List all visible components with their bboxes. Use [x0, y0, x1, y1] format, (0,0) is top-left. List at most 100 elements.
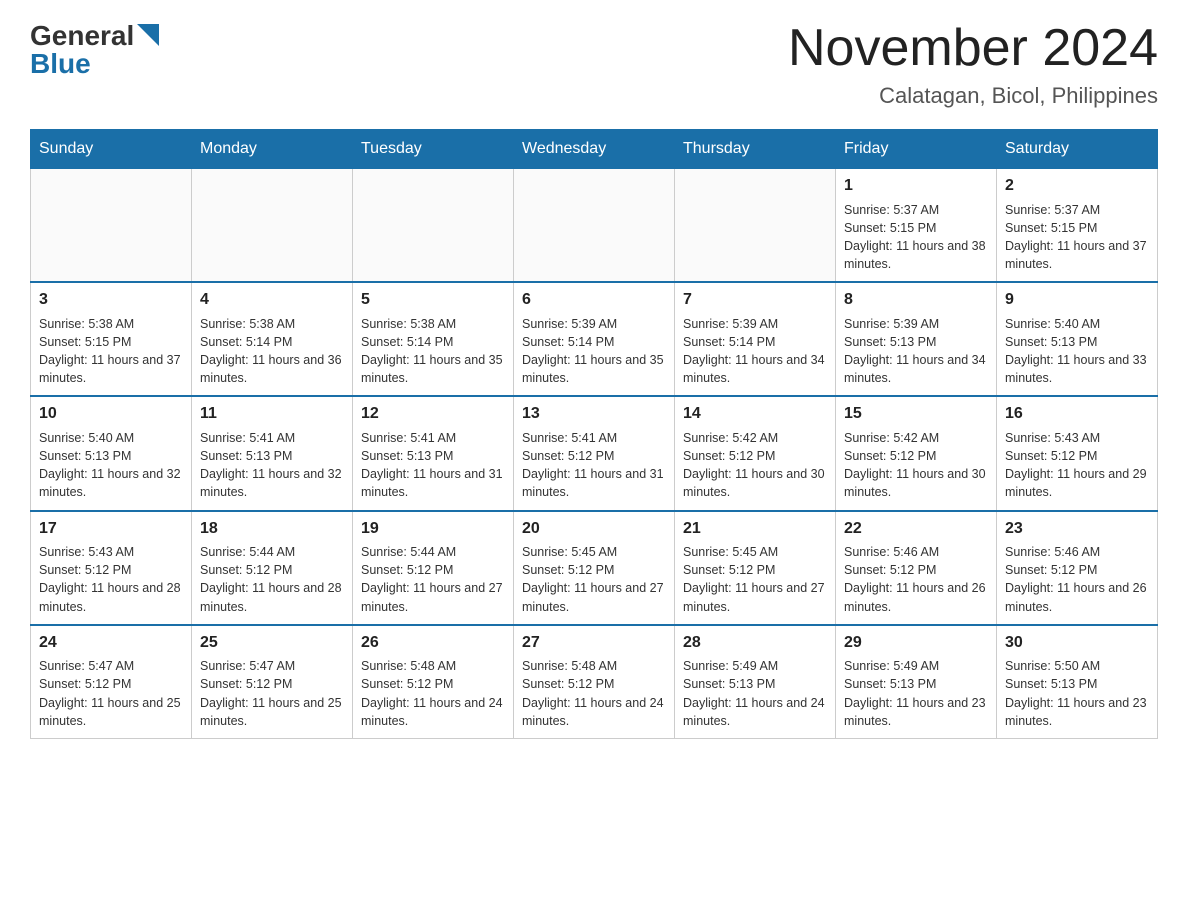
day-header-monday: Monday	[192, 130, 353, 169]
calendar-cell: 10 Sunrise: 5:40 AM Sunset: 5:13 PM Dayli…	[31, 396, 192, 510]
day-number: 7	[683, 289, 827, 311]
calendar-week-row: 3 Sunrise: 5:38 AM Sunset: 5:15 PM Daylig…	[31, 282, 1158, 396]
calendar-cell: 23Sunrise: 5:46 AM Sunset: 5:12 PM Dayli…	[997, 511, 1158, 625]
day-number: 8	[844, 289, 988, 311]
day-number: 1	[844, 175, 988, 197]
calendar-cell: 6 Sunrise: 5:39 AM Sunset: 5:14 PM Daylig…	[514, 282, 675, 396]
main-title: November 2024	[788, 20, 1158, 77]
page-header: General Blue November 2024 Calatagan, Bi…	[30, 20, 1158, 109]
day-info: Sunrise: 5:37 AM Sunset: 5:15 PM Dayligh…	[844, 203, 986, 272]
day-number: 11	[200, 403, 344, 425]
day-info: Sunrise: 5:46 AM Sunset: 5:12 PM Dayligh…	[844, 545, 986, 614]
day-number: 16	[1005, 403, 1149, 425]
calendar-cell: 13 Sunrise: 5:41 AM Sunset: 5:12 PM Dayli…	[514, 396, 675, 510]
calendar-cell: 3 Sunrise: 5:38 AM Sunset: 5:15 PM Daylig…	[31, 282, 192, 396]
day-number: 27	[522, 632, 666, 654]
day-info: Sunrise: 5:47 AM Sunset: 5:12 PM Dayligh…	[200, 659, 342, 728]
calendar-cell	[31, 169, 192, 283]
day-info: Sunrise: 5:43 AM Sunset: 5:12 PM Dayligh…	[39, 545, 181, 614]
subtitle: Calatagan, Bicol, Philippines	[788, 83, 1158, 109]
day-header-tuesday: Tuesday	[353, 130, 514, 169]
calendar-week-row: 10 Sunrise: 5:40 AM Sunset: 5:13 PM Dayli…	[31, 396, 1158, 510]
day-number: 17	[39, 518, 183, 540]
day-info: Sunrise: 5:38 AM Sunset: 5:14 PM Dayligh…	[361, 317, 503, 386]
day-info: Sunrise: 5:43 AM Sunset: 5:12 PM Dayligh…	[1005, 431, 1147, 500]
day-number: 29	[844, 632, 988, 654]
calendar-cell: 4 Sunrise: 5:38 AM Sunset: 5:14 PM Daylig…	[192, 282, 353, 396]
logo-block: General Blue	[30, 20, 159, 80]
day-info: Sunrise: 5:49 AM Sunset: 5:13 PM Dayligh…	[683, 659, 825, 728]
calendar-cell: 19Sunrise: 5:44 AM Sunset: 5:12 PM Dayli…	[353, 511, 514, 625]
day-info: Sunrise: 5:44 AM Sunset: 5:12 PM Dayligh…	[200, 545, 342, 614]
calendar-cell: 26Sunrise: 5:48 AM Sunset: 5:12 PM Dayli…	[353, 625, 514, 739]
calendar-table: SundayMondayTuesdayWednesdayThursdayFrid…	[30, 129, 1158, 739]
day-number: 20	[522, 518, 666, 540]
day-header-friday: Friday	[836, 130, 997, 169]
calendar-cell: 30 Sunrise: 5:50 AM Sunset: 5:13 PM Dayli…	[997, 625, 1158, 739]
logo-arrow-icon	[137, 24, 159, 46]
day-info: Sunrise: 5:38 AM Sunset: 5:15 PM Dayligh…	[39, 317, 181, 386]
day-info: Sunrise: 5:48 AM Sunset: 5:12 PM Dayligh…	[361, 659, 503, 728]
calendar-cell	[514, 169, 675, 283]
day-number: 15	[844, 403, 988, 425]
calendar-cell: 17 Sunrise: 5:43 AM Sunset: 5:12 PM Dayli…	[31, 511, 192, 625]
day-header-thursday: Thursday	[675, 130, 836, 169]
calendar-cell: 2Sunrise: 5:37 AM Sunset: 5:15 PM Daylig…	[997, 169, 1158, 283]
day-number: 23	[1005, 518, 1149, 540]
calendar-cell: 7 Sunrise: 5:39 AM Sunset: 5:14 PM Daylig…	[675, 282, 836, 396]
calendar-cell: 12Sunrise: 5:41 AM Sunset: 5:13 PM Dayli…	[353, 396, 514, 510]
day-number: 28	[683, 632, 827, 654]
calendar-cell	[192, 169, 353, 283]
day-number: 5	[361, 289, 505, 311]
day-number: 3	[39, 289, 183, 311]
day-header-sunday: Sunday	[31, 130, 192, 169]
calendar-cell: 29 Sunrise: 5:49 AM Sunset: 5:13 PM Dayli…	[836, 625, 997, 739]
calendar-cell: 8Sunrise: 5:39 AM Sunset: 5:13 PM Daylig…	[836, 282, 997, 396]
day-info: Sunrise: 5:40 AM Sunset: 5:13 PM Dayligh…	[1005, 317, 1147, 386]
calendar-cell: 25 Sunrise: 5:47 AM Sunset: 5:12 PM Dayli…	[192, 625, 353, 739]
calendar-cell: 27Sunrise: 5:48 AM Sunset: 5:12 PM Dayli…	[514, 625, 675, 739]
day-info: Sunrise: 5:39 AM Sunset: 5:14 PM Dayligh…	[683, 317, 825, 386]
day-number: 30	[1005, 632, 1149, 654]
day-info: Sunrise: 5:42 AM Sunset: 5:12 PM Dayligh…	[844, 431, 986, 500]
day-number: 2	[1005, 175, 1149, 197]
day-info: Sunrise: 5:41 AM Sunset: 5:12 PM Dayligh…	[522, 431, 664, 500]
day-number: 14	[683, 403, 827, 425]
day-number: 9	[1005, 289, 1149, 311]
day-number: 10	[39, 403, 183, 425]
day-number: 6	[522, 289, 666, 311]
day-info: Sunrise: 5:50 AM Sunset: 5:13 PM Dayligh…	[1005, 659, 1147, 728]
title-block: November 2024 Calatagan, Bicol, Philippi…	[788, 20, 1158, 109]
day-number: 24	[39, 632, 183, 654]
day-number: 13	[522, 403, 666, 425]
calendar-week-row: 24 Sunrise: 5:47 AM Sunset: 5:12 PM Dayli…	[31, 625, 1158, 739]
calendar-cell: 15 Sunrise: 5:42 AM Sunset: 5:12 PM Dayli…	[836, 396, 997, 510]
calendar-cell: 9 Sunrise: 5:40 AM Sunset: 5:13 PM Daylig…	[997, 282, 1158, 396]
calendar-cell: 1 Sunrise: 5:37 AM Sunset: 5:15 PM Daylig…	[836, 169, 997, 283]
calendar-cell	[675, 169, 836, 283]
day-number: 21	[683, 518, 827, 540]
day-info: Sunrise: 5:44 AM Sunset: 5:12 PM Dayligh…	[361, 545, 503, 614]
day-info: Sunrise: 5:41 AM Sunset: 5:13 PM Dayligh…	[200, 431, 342, 500]
day-number: 12	[361, 403, 505, 425]
day-number: 4	[200, 289, 344, 311]
calendar-week-row: 1 Sunrise: 5:37 AM Sunset: 5:15 PM Daylig…	[31, 169, 1158, 283]
calendar-cell: 22Sunrise: 5:46 AM Sunset: 5:12 PM Dayli…	[836, 511, 997, 625]
calendar-cell: 20 Sunrise: 5:45 AM Sunset: 5:12 PM Dayli…	[514, 511, 675, 625]
logo-blue-text: Blue	[30, 48, 159, 80]
logo: General Blue	[30, 20, 159, 80]
calendar-cell: 14 Sunrise: 5:42 AM Sunset: 5:12 PM Dayli…	[675, 396, 836, 510]
calendar-header-row: SundayMondayTuesdayWednesdayThursdayFrid…	[31, 130, 1158, 169]
day-info: Sunrise: 5:39 AM Sunset: 5:14 PM Dayligh…	[522, 317, 664, 386]
day-number: 25	[200, 632, 344, 654]
day-info: Sunrise: 5:38 AM Sunset: 5:14 PM Dayligh…	[200, 317, 342, 386]
day-number: 18	[200, 518, 344, 540]
calendar-cell	[353, 169, 514, 283]
day-info: Sunrise: 5:45 AM Sunset: 5:12 PM Dayligh…	[683, 545, 825, 614]
day-info: Sunrise: 5:49 AM Sunset: 5:13 PM Dayligh…	[844, 659, 986, 728]
calendar-cell: 11 Sunrise: 5:41 AM Sunset: 5:13 PM Dayli…	[192, 396, 353, 510]
day-info: Sunrise: 5:40 AM Sunset: 5:13 PM Dayligh…	[39, 431, 181, 500]
day-info: Sunrise: 5:45 AM Sunset: 5:12 PM Dayligh…	[522, 545, 664, 614]
day-info: Sunrise: 5:42 AM Sunset: 5:12 PM Dayligh…	[683, 431, 825, 500]
calendar-week-row: 17 Sunrise: 5:43 AM Sunset: 5:12 PM Dayli…	[31, 511, 1158, 625]
